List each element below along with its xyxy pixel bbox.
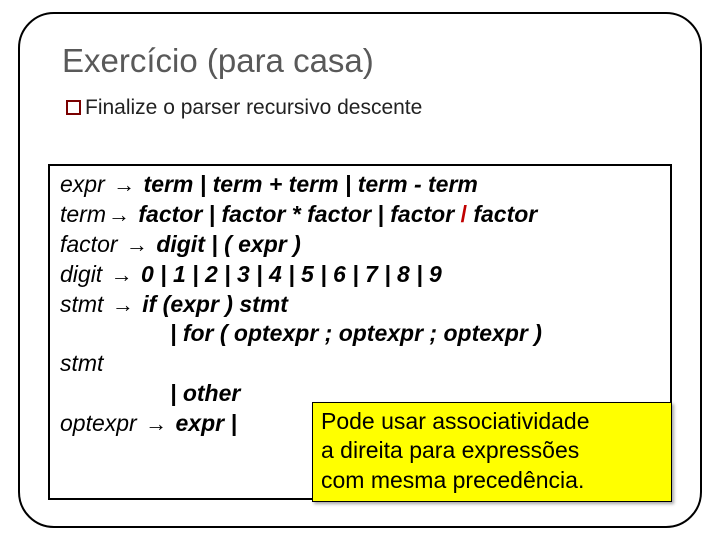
subtitle-text: Finalize o parser recursivo descente [85,96,422,119]
lhs-term: term [60,201,106,227]
lhs-digit: digit [60,261,102,287]
slide-subtitle: Finalize o parser recursivo descente [66,96,668,120]
rule-expr: expr → term | term + term | term - term [60,170,662,200]
rhs-stmt-2b: stmt [60,350,103,376]
callout-line-2: a direita para expressões [321,436,663,465]
rule-digit: digit → 0 | 1 | 2 | 3 | 4 | 5 | 6 | 7 | … [60,260,662,290]
lhs-optexpr: optexpr [60,410,137,436]
bullet-icon [66,100,81,115]
callout-note: Pode usar associatividade a direita para… [312,402,672,502]
rhs-term-a: factor | factor * factor | factor [138,201,460,227]
rhs-stmt-1: if (expr ) stmt [142,291,288,317]
arrow-icon: → [143,411,169,436]
rhs-term-b: factor [467,201,537,227]
slide-frame: Exercício (para casa) Finalize o parser … [18,12,702,528]
arrow-icon: → [111,172,137,197]
arrow-icon: → [124,232,150,257]
arrow-icon: → [109,262,135,287]
rule-stmt-1: stmt → if (expr ) stmt [60,290,662,320]
lhs-expr: expr [60,171,105,197]
slide-title: Exercício (para casa) [62,42,668,80]
rhs-stmt-3: | other [170,380,240,406]
arrow-icon: → [106,202,132,227]
rhs-expr: term | term + term | term - term [144,171,478,197]
rhs-stmt-2a: | for ( optexpr ; optexpr ; optexpr ) [170,320,542,346]
rule-term: term→ factor | factor * factor | factor … [60,200,662,230]
callout-line-1: Pode usar associatividade [321,407,663,436]
rule-stmt-2a: | for ( optexpr ; optexpr ; optexpr ) [60,319,662,349]
lhs-stmt: stmt [60,291,103,317]
rhs-digit: 0 | 1 | 2 | 3 | 4 | 5 | 6 | 7 | 8 | 9 [141,261,442,287]
lhs-factor: factor [60,231,118,257]
rule-stmt-2b: stmt [60,349,662,379]
rule-factor: factor → digit | ( expr ) [60,230,662,260]
arrow-icon: → [110,292,136,317]
callout-line-3: com mesma precedência. [321,466,663,495]
rhs-factor: digit | ( expr ) [156,231,300,257]
rhs-optexpr: expr | [176,410,237,436]
